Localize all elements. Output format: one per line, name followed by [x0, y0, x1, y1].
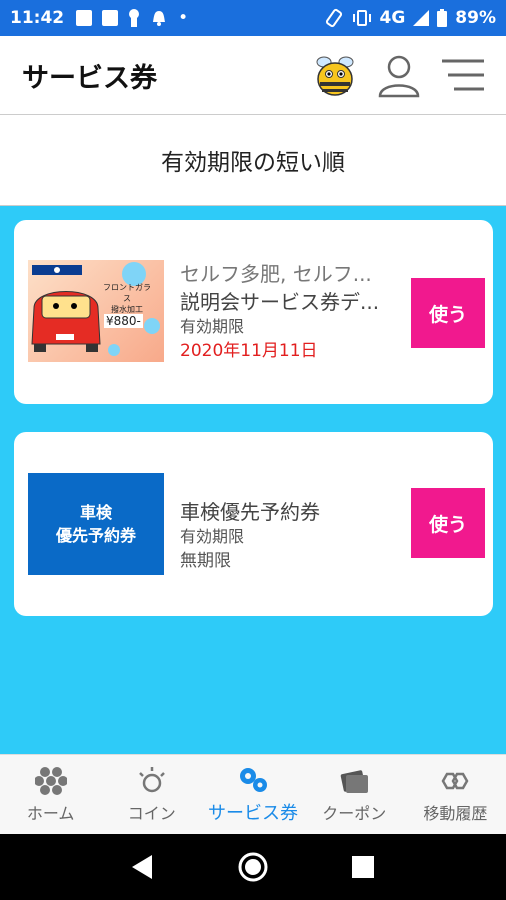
rotate-icon [325, 8, 342, 28]
thumb-price: ¥880- [104, 314, 143, 328]
coupon-card[interactable]: フロントガラス 撥水加工 ¥880- セルフ多肥, セルフ... 説明会サービス… [14, 220, 493, 404]
menu-icon[interactable] [440, 55, 484, 95]
coupon-card[interactable]: 車検 優先予約券 車検優先予約券 有効期限 無期限 使う [14, 432, 493, 616]
bee-mascot-icon[interactable] [312, 52, 358, 98]
thumb-text-line: 優先予約券 [55, 526, 136, 545]
nav-label: コイン [127, 803, 176, 823]
nav-coin[interactable]: コイン [101, 755, 202, 834]
recents-icon[interactable] [352, 856, 375, 878]
network-type: 4G [379, 8, 406, 28]
hexagons-icon [34, 766, 67, 795]
coupon-list: フロントガラス 撥水加工 ¥880- セルフ多肥, セルフ... 説明会サービス… [0, 206, 506, 754]
signal-icon [413, 10, 430, 26]
keyhole-icon [129, 9, 140, 27]
sort-order-selector[interactable]: 有効期限の短い順 [0, 114, 506, 206]
use-button[interactable]: 使う [411, 488, 485, 558]
message-icon [102, 10, 119, 26]
bell-icon [153, 11, 166, 26]
expiry-label: 有効期限 [180, 527, 245, 546]
coin-sparkle-icon [138, 766, 165, 792]
vibrate-icon [352, 10, 371, 26]
dot-icon: • [178, 8, 189, 28]
nav-label: クーポン [322, 803, 387, 823]
coupon-store: セルフ多肥, セルフ... [180, 262, 372, 286]
nav-label: ホーム [26, 803, 75, 823]
user-account-icon[interactable] [376, 52, 422, 98]
system-navigation-bar [0, 834, 506, 900]
coupon-thumbnail-car: フロントガラス 撥水加工 ¥880- [28, 260, 164, 362]
coupon-name: 車検優先予約券 [180, 500, 320, 524]
nav-home[interactable]: ホーム [0, 755, 101, 834]
page-title: サービス券 [22, 62, 157, 94]
expiry-date: 2020年11月11日 [180, 341, 318, 361]
battery-percent: 89% [455, 8, 496, 28]
status-bar: 11:42 • 4G 89% [0, 0, 506, 36]
status-time: 11:42 [10, 8, 65, 28]
coupon-name: 説明会サービス券デ... [180, 290, 380, 314]
service-ticket-icon [240, 767, 267, 792]
coupon-thumbnail-inspection: 車検 優先予約券 [28, 473, 164, 575]
app-bar: サービス券 [0, 36, 506, 114]
bottom-navigation: ホーム コイン サービス券 クーポン 移動履歴 [0, 754, 506, 834]
nav-label: サービス券 [208, 802, 298, 824]
link-icon [441, 772, 469, 789]
use-button[interactable]: 使う [411, 278, 485, 348]
thumb-text-line: 車検 [79, 502, 112, 522]
nav-travel-history[interactable]: 移動履歴 [405, 755, 506, 834]
coupon-icon [340, 769, 369, 793]
nav-service-ticket[interactable]: サービス券 [202, 755, 303, 834]
expiry-label: 有効期限 [180, 317, 245, 336]
nav-label: 移動履歴 [423, 803, 488, 823]
nav-coupon[interactable]: クーポン [304, 755, 405, 834]
back-icon[interactable] [131, 855, 154, 879]
sort-label: 有効期限の短い順 [161, 150, 345, 176]
home-icon[interactable] [237, 851, 269, 883]
thumb-text-line: フロントガラス [103, 283, 151, 303]
battery-icon [437, 9, 448, 27]
expiry-date: 無期限 [180, 551, 231, 571]
image-icon [76, 10, 93, 26]
